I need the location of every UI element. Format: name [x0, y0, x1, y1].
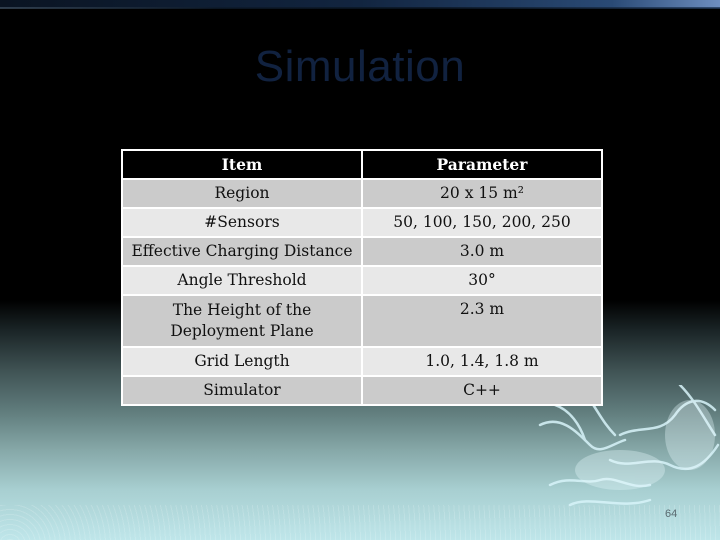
page-number: 64 — [665, 508, 678, 520]
row-item: Region — [121, 178, 363, 209]
table-row: Angle Threshold 30° — [121, 265, 603, 296]
table-row: The Height of the Deployment Plane 2.3 m — [121, 294, 603, 348]
row-value: 30° — [361, 265, 603, 296]
row-item: Grid Length — [121, 346, 363, 377]
row-value: 50, 100, 150, 200, 250 — [361, 207, 603, 238]
slide-title: Simulation — [254, 42, 466, 91]
table-row: Simulator C++ — [121, 375, 603, 406]
row-item: The Height of the Deployment Plane — [121, 294, 363, 348]
row-item: Angle Threshold — [121, 265, 363, 296]
top-accent-line — [0, 7, 720, 9]
row-item: Simulator — [121, 375, 363, 406]
row-value: 2.3 m — [361, 294, 603, 348]
header-parameter: Parameter — [361, 149, 603, 180]
row-value: 20 x 15 m² — [361, 178, 603, 209]
table-header-row: Item Parameter — [121, 149, 603, 180]
wave-pattern — [0, 505, 720, 540]
table-row: Grid Length 1.0, 1.4, 1.8 m — [121, 346, 603, 377]
table-row: #Sensors 50, 100, 150, 200, 250 — [121, 207, 603, 238]
row-value: 3.0 m — [361, 236, 603, 267]
row-value: 1.0, 1.4, 1.8 m — [361, 346, 603, 377]
row-item: Effective Charging Distance — [121, 236, 363, 267]
row-value: C++ — [361, 375, 603, 406]
header-item: Item — [121, 149, 363, 180]
table-row: Region 20 x 15 m² — [121, 178, 603, 209]
row-item: #Sensors — [121, 207, 363, 238]
slide: Simulation Item Parameter Region 20 x 15… — [0, 0, 720, 540]
parameters-table: Item Parameter Region 20 x 15 m² #Sensor… — [121, 149, 603, 406]
table-row: Effective Charging Distance 3.0 m — [121, 236, 603, 267]
dragon-icon — [538, 385, 720, 507]
